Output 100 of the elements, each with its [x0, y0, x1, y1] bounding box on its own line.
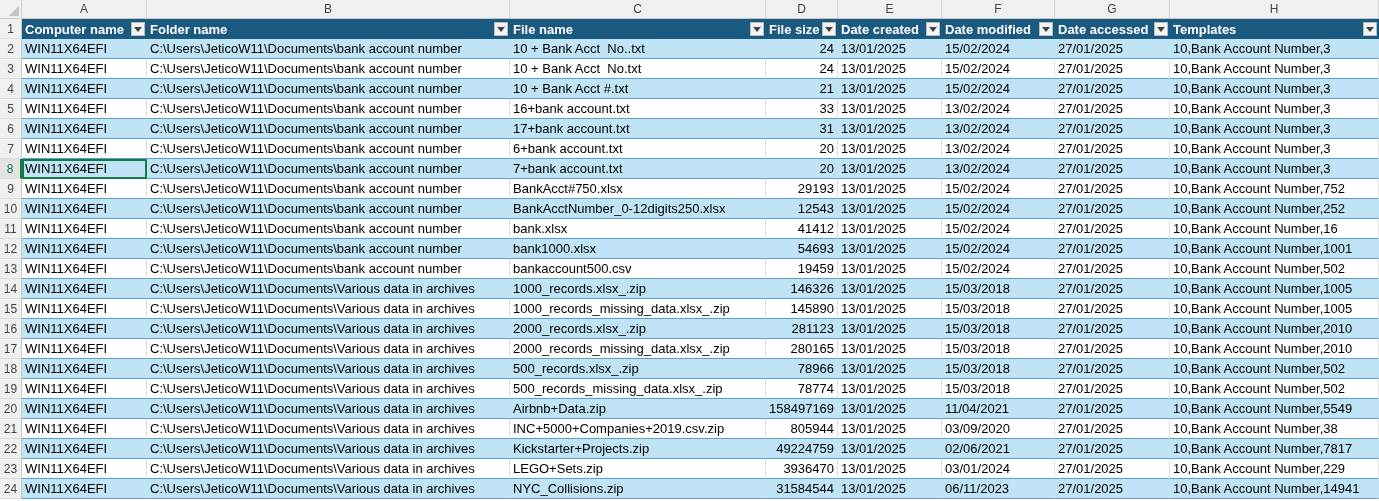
- table-cell: 13/01/2025: [838, 279, 942, 299]
- filter-dropdown-icon[interactable]: [1154, 22, 1168, 36]
- table-cell: bank1000.xlsx: [510, 239, 766, 259]
- table-cell: WIN11X64EFI: [22, 279, 147, 299]
- table-cell: C:\Users\JeticoW11\Documents\Various data in archives: [147, 299, 510, 319]
- row-number[interactable]: 15: [0, 299, 22, 319]
- table-cell: 3936470: [766, 459, 838, 479]
- row-number[interactable]: 5: [0, 99, 22, 119]
- row-number[interactable]: 17: [0, 339, 22, 359]
- row-number[interactable]: 23: [0, 459, 22, 479]
- table-cell: 27/01/2025: [1055, 359, 1170, 379]
- table-cell: 15/02/2024: [942, 219, 1055, 239]
- filter-dropdown-icon[interactable]: [131, 22, 145, 36]
- table-cell: 27/01/2025: [1055, 279, 1170, 299]
- row-number[interactable]: 16: [0, 319, 22, 339]
- table-cell: 03/01/2024: [942, 459, 1055, 479]
- table-cell: 145890: [766, 299, 838, 319]
- table-cell: BankAcctNumber_0-12digits250.xlsx: [510, 199, 766, 219]
- column-letter[interactable]: F: [942, 0, 1055, 19]
- table-cell: 500_records.xlsx_.zip: [510, 359, 766, 379]
- row-number[interactable]: 11: [0, 219, 22, 239]
- table-cell: C:\Users\JeticoW11\Documents\Various data in archives: [147, 439, 510, 459]
- column-letter[interactable]: A: [22, 0, 147, 19]
- table-cell: 10,Bank Account Number,502: [1170, 359, 1379, 379]
- row-number[interactable]: 20: [0, 399, 22, 419]
- table-cell: 27/01/2025: [1055, 319, 1170, 339]
- table-cell: 27/01/2025: [1055, 139, 1170, 159]
- column-letter[interactable]: D: [766, 0, 838, 19]
- table-cell: 6+bank account.txt: [510, 139, 766, 159]
- table-cell: 13/02/2024: [942, 159, 1055, 179]
- table-cell: 13/01/2025: [838, 179, 942, 199]
- row-number[interactable]: 19: [0, 379, 22, 399]
- table-cell: C:\Users\JeticoW11\Documents\bank account number: [147, 219, 510, 239]
- row-number[interactable]: 21: [0, 419, 22, 439]
- row-number[interactable]: 24: [0, 479, 22, 499]
- filter-dropdown-icon[interactable]: [494, 22, 508, 36]
- table-cell: INC+5000+Companies+2019.csv.zip: [510, 419, 766, 439]
- row-number[interactable]: 6: [0, 119, 22, 139]
- table-cell: 13/01/2025: [838, 319, 942, 339]
- table-cell: 02/06/2021: [942, 439, 1055, 459]
- table-cell: C:\Users\JeticoW11\Documents\Various data in archives: [147, 319, 510, 339]
- column-letter[interactable]: E: [838, 0, 942, 19]
- table-cell: 27/01/2025: [1055, 39, 1170, 59]
- column-letter[interactable]: G: [1055, 0, 1170, 19]
- table-cell: 27/01/2025: [1055, 59, 1170, 79]
- row-number[interactable]: 7: [0, 139, 22, 159]
- table-cell: C:\Users\JeticoW11\Documents\Various data in archives: [147, 359, 510, 379]
- row-number[interactable]: 22: [0, 439, 22, 459]
- table-cell: C:\Users\JeticoW11\Documents\Various data in archives: [147, 279, 510, 299]
- table-cell: WIN11X64EFI: [22, 79, 147, 99]
- table-cell: WIN11X64EFI: [22, 59, 147, 79]
- table-cell: 10,Bank Account Number,752: [1170, 179, 1379, 199]
- table-cell: C:\Users\JeticoW11\Documents\Various data in archives: [147, 459, 510, 479]
- filter-dropdown-icon[interactable]: [926, 22, 940, 36]
- row-number[interactable]: 18: [0, 359, 22, 379]
- table-cell: WIN11X64EFI: [22, 339, 147, 359]
- column-letter[interactable]: C: [510, 0, 766, 19]
- table-cell: 11/04/2021: [942, 399, 1055, 419]
- table-cell: 27/01/2025: [1055, 239, 1170, 259]
- table-cell: WIN11X64EFI: [22, 419, 147, 439]
- table-cell: 10,Bank Account Number,2010: [1170, 319, 1379, 339]
- row-number[interactable]: 3: [0, 59, 22, 79]
- table-cell: 27/01/2025: [1055, 99, 1170, 119]
- table-cell: 15/02/2024: [942, 199, 1055, 219]
- row-number[interactable]: 2: [0, 39, 22, 59]
- table-cell: 280165: [766, 339, 838, 359]
- table-cell: 281123: [766, 319, 838, 339]
- table-cell: C:\Users\JeticoW11\Documents\Various data in archives: [147, 399, 510, 419]
- table-cell: 13/01/2025: [838, 239, 942, 259]
- table-cell: 10,Bank Account Number,502: [1170, 379, 1379, 399]
- row-number[interactable]: 13: [0, 259, 22, 279]
- row-number[interactable]: 4: [0, 79, 22, 99]
- column-letter[interactable]: B: [147, 0, 510, 19]
- row-number[interactable]: 12: [0, 239, 22, 259]
- table-cell: WIN11X64EFI: [22, 439, 147, 459]
- table-cell: WIN11X64EFI: [22, 299, 147, 319]
- table-cell: 10,Bank Account Number,14941: [1170, 479, 1379, 499]
- table-cell: 27/01/2025: [1055, 299, 1170, 319]
- filter-dropdown-icon[interactable]: [1363, 22, 1377, 36]
- table-cell: 13/01/2025: [838, 99, 942, 119]
- row-number[interactable]: 1: [0, 19, 22, 39]
- table-cell: 10 + Bank Acct No..txt: [510, 39, 766, 59]
- table-cell: 33: [766, 99, 838, 119]
- column-letter[interactable]: H: [1170, 0, 1379, 19]
- row-number[interactable]: 14: [0, 279, 22, 299]
- filter-dropdown-icon[interactable]: [822, 22, 836, 36]
- row-number[interactable]: 9: [0, 179, 22, 199]
- table-cell: 13/01/2025: [838, 159, 942, 179]
- table-cell: WIN11X64EFI: [22, 479, 147, 499]
- table-cell: 10,Bank Account Number,38: [1170, 419, 1379, 439]
- table-cell: 27/01/2025: [1055, 339, 1170, 359]
- table-cell: 13/01/2025: [838, 39, 942, 59]
- table-cell: 10 + Bank Acct No.txt: [510, 59, 766, 79]
- row-number[interactable]: 8: [0, 159, 22, 179]
- table-cell: BankAcct#750.xlsx: [510, 179, 766, 199]
- filter-dropdown-icon[interactable]: [1039, 22, 1053, 36]
- table-cell: WIN11X64EFI: [22, 379, 147, 399]
- filter-dropdown-icon[interactable]: [750, 22, 764, 36]
- row-number[interactable]: 10: [0, 199, 22, 219]
- table-cell: 03/09/2020: [942, 419, 1055, 439]
